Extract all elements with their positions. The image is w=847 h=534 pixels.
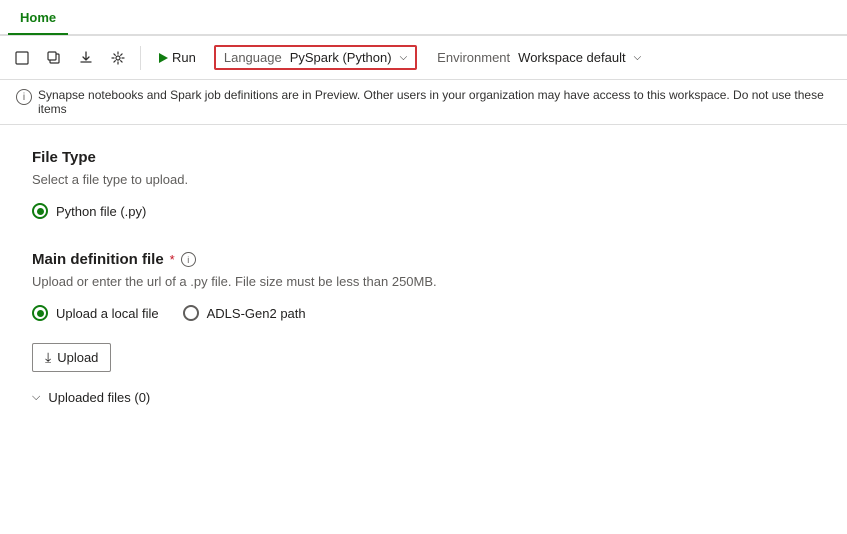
file-type-section: File Type Select a file type to upload. … — [32, 149, 815, 219]
upload-button[interactable]: ⤓ Upload — [32, 343, 111, 372]
run-button[interactable]: Run — [149, 46, 206, 69]
export-icon[interactable] — [72, 44, 100, 72]
toolbar-separator — [140, 46, 141, 70]
tab-home[interactable]: Home — [8, 2, 68, 35]
file-type-title: File Type — [32, 149, 815, 166]
definition-header: Main definition file * i — [32, 251, 815, 268]
python-file-label[interactable]: Python file (.py) — [56, 204, 146, 219]
adls-radio[interactable] — [183, 305, 199, 321]
tab-bar: Home — [0, 0, 847, 36]
settings-icon[interactable] — [104, 44, 132, 72]
upload-options: Upload a local file ADLS-Gen2 path — [32, 305, 815, 329]
language-selector[interactable]: Language PySpark (Python) ⌵ — [214, 45, 417, 70]
upload-button-label: Upload — [57, 350, 98, 365]
toolbar: Run Language PySpark (Python) ⌵ Environm… — [0, 36, 847, 80]
environment-label: Environment — [437, 50, 510, 65]
new-item-icon[interactable] — [8, 44, 36, 72]
info-text: Synapse notebooks and Spark job definiti… — [38, 88, 831, 116]
adls-radio-group: ADLS-Gen2 path — [183, 305, 306, 321]
section-divider — [32, 227, 815, 251]
language-value: PySpark (Python) — [290, 50, 392, 65]
environment-value: Workspace default — [518, 50, 625, 65]
file-type-radio-group: Python file (.py) — [32, 203, 815, 219]
info-icon: i — [16, 89, 32, 105]
main-definition-desc: Upload or enter the url of a .py file. F… — [32, 274, 815, 289]
main-definition-section: Main definition file * i Upload or enter… — [32, 251, 815, 405]
definition-info-icon[interactable]: i — [181, 252, 196, 267]
language-chevron-icon: ⌵ — [400, 52, 408, 63]
uploaded-files-count: (0) — [134, 390, 150, 405]
upload-arrow-icon: ⤓ — [45, 349, 51, 366]
uploaded-files-section[interactable]: ⌵ Uploaded files (0) — [32, 390, 815, 405]
python-file-radio[interactable] — [32, 203, 48, 219]
adls-label[interactable]: ADLS-Gen2 path — [207, 306, 306, 321]
run-label: Run — [172, 50, 196, 65]
play-icon — [159, 53, 168, 63]
main-definition-title: Main definition file — [32, 251, 164, 268]
main-content: File Type Select a file type to upload. … — [0, 125, 847, 429]
required-indicator: * — [170, 252, 175, 267]
copy-icon[interactable] — [40, 44, 68, 72]
uploaded-files-text: Uploaded files — [48, 390, 130, 405]
language-label: Language — [224, 50, 282, 65]
environment-selector[interactable]: Environment Workspace default ⌵ — [429, 47, 649, 68]
environment-chevron-icon: ⌵ — [634, 52, 642, 63]
info-banner: i Synapse notebooks and Spark job defini… — [0, 80, 847, 125]
upload-local-radio-group: Upload a local file — [32, 305, 159, 321]
file-type-desc: Select a file type to upload. — [32, 172, 815, 187]
upload-local-radio[interactable] — [32, 305, 48, 321]
uploaded-files-chevron-icon: ⌵ — [32, 391, 40, 404]
uploaded-files-label: Uploaded files (0) — [48, 390, 150, 405]
upload-local-label[interactable]: Upload a local file — [56, 306, 159, 321]
